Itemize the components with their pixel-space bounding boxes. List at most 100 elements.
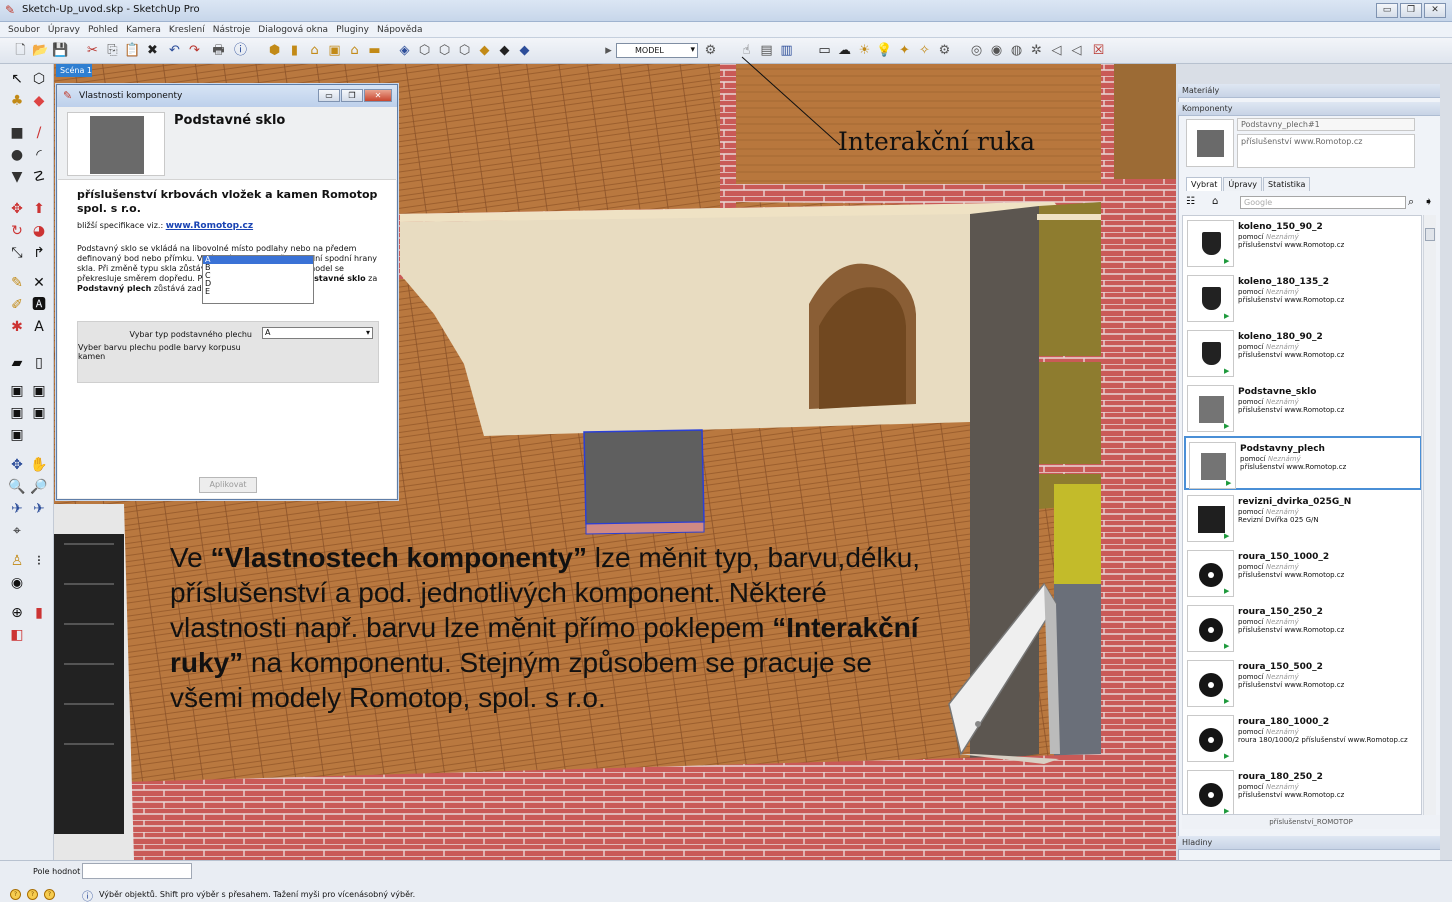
- section-display-icon[interactable]: ▯: [30, 354, 48, 372]
- menu-upravy[interactable]: Úpravy: [48, 25, 80, 35]
- geo-status-icon[interactable]: ?: [10, 889, 21, 900]
- protractor-icon[interactable]: ✐: [8, 296, 26, 314]
- style-icon[interactable]: ◆: [516, 42, 533, 59]
- apply-button[interactable]: Aplikovat: [199, 477, 257, 493]
- list-item-selected[interactable]: ▶ Podstavny_plech pomocí Neznámý příslušens…: [1184, 436, 1421, 490]
- render-f-icon[interactable]: ◁: [1068, 42, 1085, 59]
- eraser-icon[interactable]: ◆: [30, 92, 48, 110]
- list-item[interactable]: ▶ roura_180_250_2 pomocí Neznámý příslušens…: [1184, 766, 1421, 814]
- print-icon[interactable]: 🖶: [210, 42, 227, 59]
- pan-icon[interactable]: ✋: [30, 456, 48, 474]
- list-item[interactable]: ▶ Podstavne_sklo pomocí Neznámý příslušenst…: [1184, 381, 1421, 435]
- monochrome-style-icon[interactable]: ◆: [496, 42, 513, 59]
- component-icon[interactable]: ⬡: [30, 70, 48, 88]
- menu-napoveda[interactable]: Nápověda: [377, 25, 423, 35]
- dialog-minimize-button[interactable]: ▭: [318, 89, 340, 102]
- vcb-input[interactable]: [82, 863, 192, 879]
- position-camera-icon[interactable]: ♙: [8, 552, 26, 570]
- tab-scene-1[interactable]: Scéna 1: [56, 64, 92, 77]
- layers-panel-header[interactable]: Hladiny: [1178, 836, 1440, 850]
- component-description-field[interactable]: příslušenství www.Romotop.cz: [1237, 134, 1415, 168]
- tape-measure-icon[interactable]: ✎: [8, 274, 26, 292]
- geo-icon[interactable]: ▮: [30, 604, 48, 622]
- zoom-previous-icon[interactable]: ⌖: [8, 522, 26, 540]
- minimize-button[interactable]: ▭: [1376, 3, 1398, 18]
- paint-bucket-icon[interactable]: ♣: [8, 92, 26, 110]
- home-icon[interactable]: ⌂: [1212, 196, 1218, 207]
- dialog-title-bar[interactable]: ✎ Vlastnosti komponenty ▭ ❐ ✕: [57, 85, 397, 107]
- close-render-icon[interactable]: ☒: [1090, 42, 1107, 59]
- undo-icon[interactable]: ↶: [166, 42, 183, 59]
- render-c-icon[interactable]: ◍: [1008, 42, 1025, 59]
- render-e-icon[interactable]: ◁: [1048, 42, 1065, 59]
- polygon-icon[interactable]: ▼: [8, 168, 26, 186]
- dialog-close-button[interactable]: ✕: [364, 89, 392, 102]
- camera-a-icon[interactable]: ▣: [8, 382, 26, 400]
- view-options-icon[interactable]: ☷: [1186, 196, 1195, 207]
- maximize-button[interactable]: ❐: [1400, 3, 1422, 18]
- user-status-icon[interactable]: ?: [44, 889, 55, 900]
- bulb-icon[interactable]: 💡: [876, 42, 893, 59]
- tab-vybrat[interactable]: Vybrat: [1186, 177, 1223, 191]
- details-icon[interactable]: ➧: [1424, 195, 1433, 208]
- render-a-icon[interactable]: ◎: [968, 42, 985, 59]
- menu-kresleni[interactable]: Kreslení: [169, 25, 205, 35]
- materials-panel-header[interactable]: Materiály: [1178, 84, 1440, 98]
- tab-upravy[interactable]: Úpravy: [1223, 177, 1262, 191]
- list-item[interactable]: ▶ roura_150_1000_2 pomocí Neznámý příslušen…: [1184, 546, 1421, 600]
- axes-icon[interactable]: ✱: [8, 318, 26, 336]
- arc-icon[interactable]: ◜: [30, 146, 48, 164]
- plate-type-select[interactable]: A: [262, 327, 373, 339]
- list-item[interactable]: ▶ revizni_dvirka_025G_N pomocí Neznámý Revi…: [1184, 491, 1421, 545]
- cut-icon[interactable]: ✂: [84, 42, 101, 59]
- navigation-icon[interactable]: ⊕: [8, 604, 26, 622]
- list-item[interactable]: ▶ roura_150_500_2 pomocí Neznámý příslušens…: [1184, 656, 1421, 710]
- top-view-icon[interactable]: ▮: [286, 42, 303, 59]
- list-item[interactable]: ▶ koleno_180_90_2 pomocí Neznámý příslušens…: [1184, 326, 1421, 380]
- camera-c-icon[interactable]: ▣: [8, 404, 26, 422]
- tab-statistika[interactable]: Statistika: [1263, 177, 1311, 191]
- section-plane-icon[interactable]: ▰: [8, 354, 26, 372]
- copy-icon[interactable]: ⎘: [104, 42, 121, 59]
- option-c[interactable]: C: [203, 272, 313, 280]
- camera-d-icon[interactable]: ▣: [30, 404, 48, 422]
- zoom-extents-icon[interactable]: ✈: [8, 500, 26, 518]
- spec-link[interactable]: www.Romotop.cz: [166, 221, 253, 231]
- walk-icon[interactable]: ⁝: [30, 552, 48, 570]
- freehand-icon[interactable]: ☡: [30, 168, 48, 186]
- dialog-maximize-button[interactable]: ❐: [341, 89, 363, 102]
- components-panel-header[interactable]: Komponenty: [1178, 102, 1440, 116]
- scale-icon[interactable]: ⤡: [8, 244, 26, 262]
- component-name-field[interactable]: Podstavny_plech#1: [1237, 118, 1415, 131]
- left-view-icon[interactable]: ▬: [366, 42, 383, 59]
- list-item[interactable]: ▶ koleno_180_135_2 pomocí Neznámý příslušen…: [1184, 271, 1421, 325]
- list-item[interactable]: ▶ koleno_150_90_2 pomocí Neznámý příslušens…: [1184, 216, 1421, 270]
- layer-manager-icon[interactable]: ⚙: [702, 42, 719, 59]
- iso-view-icon[interactable]: ⬢: [266, 42, 283, 59]
- paste-icon[interactable]: 📋: [124, 42, 141, 59]
- render-b-icon[interactable]: ◉: [988, 42, 1005, 59]
- delete-icon[interactable]: ✖: [144, 42, 161, 59]
- follow-me-icon[interactable]: ◕: [30, 222, 48, 240]
- zoom-window-icon[interactable]: 🔎: [30, 478, 48, 496]
- info-icon[interactable]: ⓘ: [232, 42, 249, 59]
- option-e[interactable]: E: [203, 288, 313, 296]
- previous-view-icon[interactable]: ✈: [30, 500, 48, 518]
- option-b[interactable]: B: [203, 264, 313, 272]
- menu-dialogova-okna[interactable]: Dialogová okna: [258, 25, 328, 35]
- new-file-icon[interactable]: 🗋: [12, 42, 29, 59]
- save-icon[interactable]: 💾: [52, 42, 69, 59]
- open-folder-icon[interactable]: 📂: [32, 42, 49, 59]
- back-view-icon[interactable]: ⌂: [346, 42, 363, 59]
- offset-icon[interactable]: ↱: [30, 244, 48, 262]
- layer-arrow-icon[interactable]: ▸: [600, 42, 617, 59]
- dimension-icon[interactable]: ✕: [30, 274, 48, 292]
- search-icon[interactable]: ⌕: [1408, 195, 1414, 209]
- text-icon[interactable]: 🅰: [30, 296, 48, 314]
- right-view-icon[interactable]: ▣: [326, 42, 343, 59]
- push-pull-icon[interactable]: ⬆: [30, 200, 48, 218]
- sun-icon[interactable]: ☀: [856, 42, 873, 59]
- front-view-icon[interactable]: ⌂: [306, 42, 323, 59]
- menu-nastroje[interactable]: Nástroje: [213, 25, 251, 35]
- credit-status-icon[interactable]: ?: [27, 889, 38, 900]
